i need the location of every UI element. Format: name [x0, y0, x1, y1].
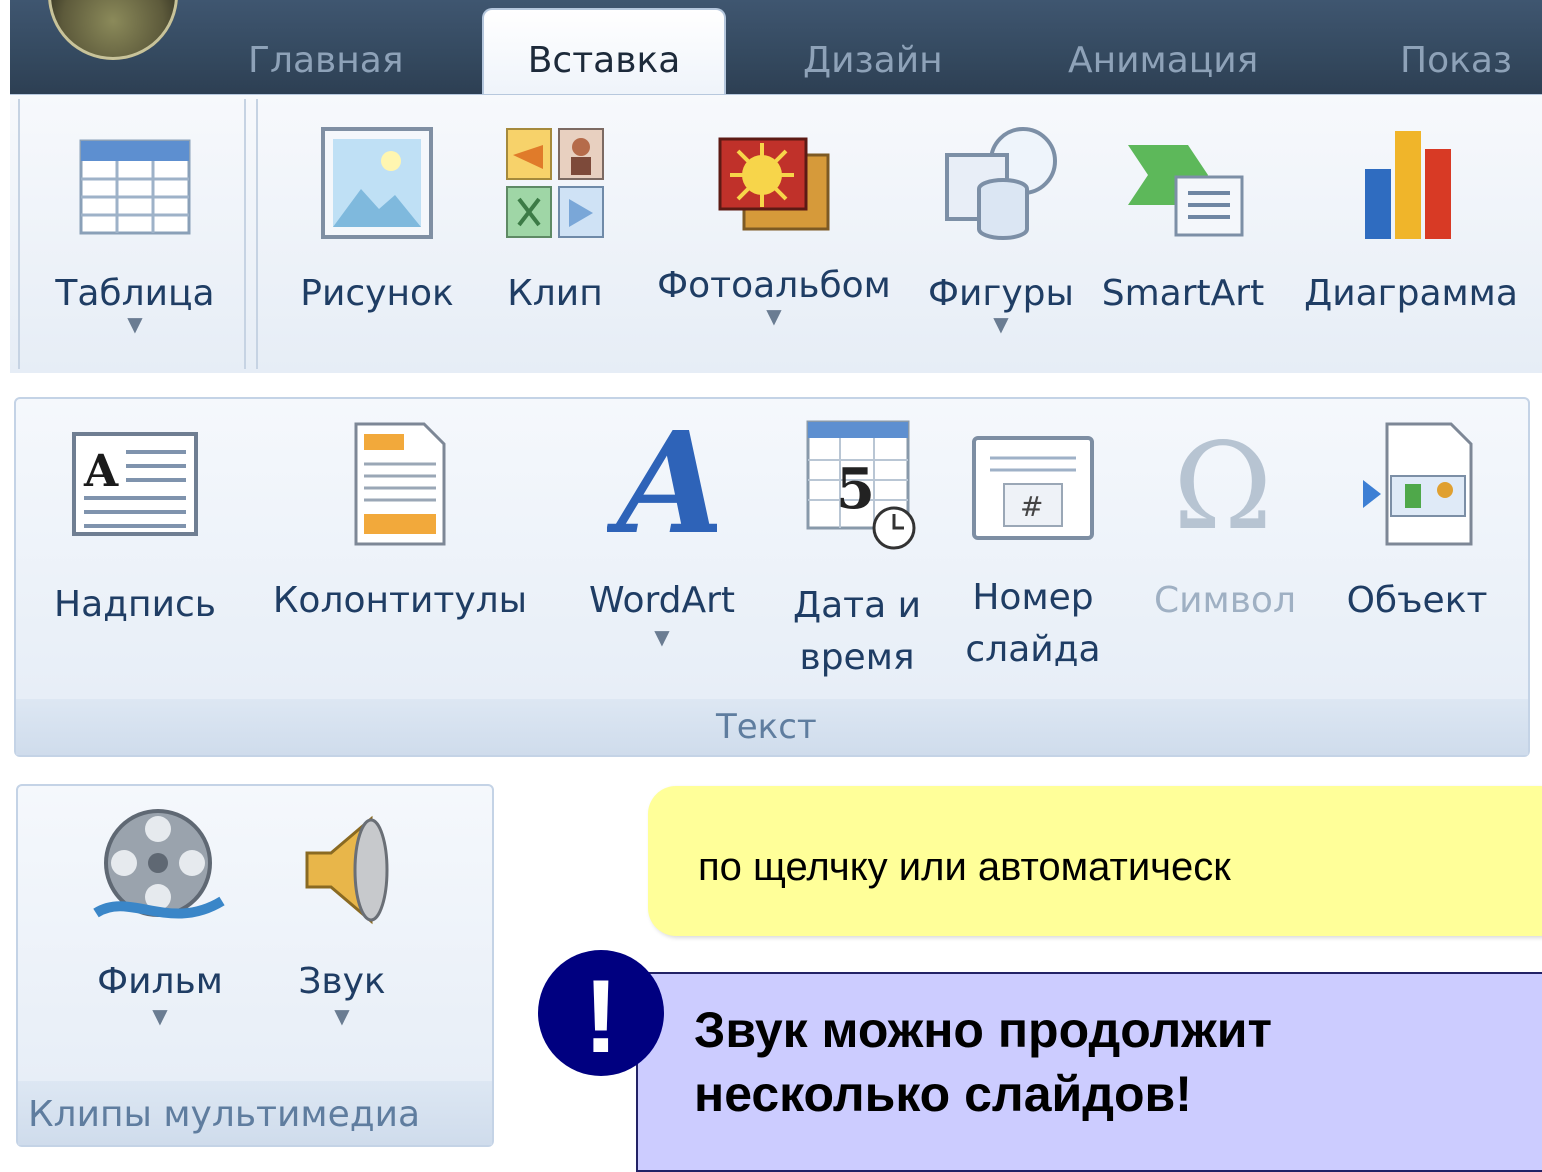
exclamation-mark: ! — [583, 959, 619, 1075]
shapes-label: Фигуры — [928, 273, 1074, 314]
photo-album-button[interactable]: Фотоальбом ▼ — [634, 125, 914, 326]
date-time-label-line2: время — [799, 637, 915, 678]
header-footer-label: Колонтитулы — [272, 580, 528, 621]
slide-number-icon: # — [972, 436, 1094, 540]
wordart-button[interactable]: A WordArt ▼ — [562, 420, 762, 647]
chevron-down-icon: ▼ — [152, 1004, 168, 1028]
movie-label: Фильм — [97, 961, 223, 1002]
date-time-label: Дата и время — [772, 580, 942, 684]
calendar-clock-icon: 5 — [806, 420, 916, 550]
table-icon — [79, 139, 191, 235]
photo-album-label: Фотоальбом — [657, 265, 891, 306]
note-line-2: несколько слайдов! — [694, 1066, 1192, 1122]
date-time-label-line1: Дата и — [792, 585, 922, 626]
note-line-1: Звук можно продолжит — [694, 1002, 1272, 1058]
office-button[interactable] — [48, 0, 178, 60]
picture-button[interactable]: Рисунок — [282, 125, 472, 314]
callout-text: по щелчку или автоматическ — [698, 845, 1231, 889]
slide-number-label-line1: Номер — [972, 577, 1094, 618]
clipart-button[interactable]: Клип — [490, 125, 620, 314]
film-reel-icon — [93, 809, 225, 919]
table-label: Таблица — [55, 273, 215, 314]
sound-button[interactable]: Звук ▼ — [262, 805, 422, 1026]
text-group-title: Текст — [716, 707, 817, 747]
tab-home[interactable]: Главная — [248, 40, 404, 81]
clipart-icon — [506, 128, 604, 238]
header-footer-icon — [354, 422, 446, 546]
smartart-icon — [1128, 145, 1244, 237]
textbox-icon: A — [72, 432, 198, 536]
svg-text:Ω: Ω — [1173, 420, 1273, 550]
picture-icon — [321, 127, 433, 239]
wordart-icon: A — [607, 420, 717, 550]
slide-number-button[interactable]: # Номер слайда — [948, 420, 1118, 676]
shapes-icon — [945, 127, 1057, 240]
speaker-icon — [305, 815, 389, 925]
svg-text:#: # — [1020, 490, 1043, 523]
sound-label: Звук — [298, 961, 386, 1002]
slide-number-label-line2: слайда — [965, 629, 1101, 670]
picture-label: Рисунок — [300, 273, 454, 314]
insert-ribbon: Таблица ▼ Рисунок Клип Фотоальбом ▼ Фигу… — [10, 94, 1542, 373]
date-time-button[interactable]: 5 Дата и время — [772, 420, 942, 684]
tab-insert[interactable]: Вставка — [482, 8, 726, 98]
svg-text:A: A — [83, 446, 119, 497]
smartart-label: SmartArt — [1101, 273, 1265, 314]
slide-number-label: Номер слайда — [948, 572, 1118, 676]
chart-icon — [1365, 131, 1451, 239]
textbox-button[interactable]: A Надпись — [30, 420, 240, 625]
chart-label: Диаграмма — [1304, 273, 1518, 314]
textbox-label: Надпись — [54, 584, 216, 625]
symbol-label: Символ — [1154, 580, 1296, 621]
multimedia-group-title: Клипы мультимедиа — [28, 1094, 421, 1135]
chart-button[interactable]: Диаграмма — [1286, 125, 1536, 314]
table-button[interactable]: Таблица ▼ — [30, 125, 240, 334]
wordart-label: WordArt — [588, 580, 736, 621]
object-button[interactable]: Объект — [1322, 420, 1512, 621]
symbol-button[interactable]: Ω Символ — [1130, 420, 1320, 621]
chevron-down-icon: ▼ — [993, 312, 1009, 336]
smartart-button[interactable]: SmartArt — [1088, 125, 1278, 314]
tab-slideshow[interactable]: Показ — [1400, 40, 1512, 81]
chevron-down-icon: ▼ — [766, 304, 782, 328]
ribbon-tab-strip: Главная Дизайн Анимация Показ — [10, 0, 1542, 94]
chevron-down-icon: ▼ — [654, 625, 670, 649]
note-text: Звук можно продолжит несколько слайдов! — [694, 998, 1272, 1126]
photo-album-icon — [718, 137, 830, 231]
clipart-label: Клип — [507, 273, 603, 314]
chevron-down-icon: ▼ — [334, 1004, 350, 1028]
object-icon — [1363, 422, 1473, 546]
tab-design[interactable]: Дизайн — [803, 40, 943, 81]
header-footer-button[interactable]: Колонтитулы — [250, 420, 550, 621]
tab-animation[interactable]: Анимация — [1068, 40, 1258, 81]
omega-icon: Ω — [1173, 420, 1273, 550]
shapes-button[interactable]: Фигуры ▼ — [916, 125, 1086, 334]
svg-text:5: 5 — [836, 456, 875, 522]
movie-button[interactable]: Фильм ▼ — [70, 805, 250, 1026]
object-label: Объект — [1346, 580, 1488, 621]
svg-text:A: A — [607, 420, 717, 550]
chevron-down-icon: ▼ — [127, 312, 143, 336]
